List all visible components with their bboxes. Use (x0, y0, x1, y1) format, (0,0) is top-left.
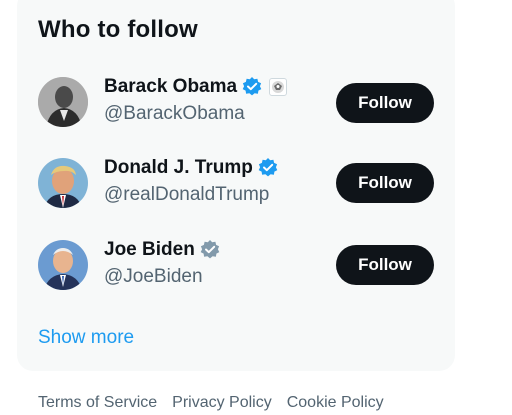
footer-links: Terms of Service Privacy Policy Cookie P… (38, 394, 384, 412)
footer-link-terms[interactable]: Terms of Service (38, 394, 157, 412)
account-name[interactable]: Joe Biden (104, 239, 195, 261)
list-item[interactable]: Donald J. Trump @realDonaldTrump Follow (38, 157, 438, 210)
avatar[interactable] (38, 240, 88, 290)
verified-badge-icon (199, 239, 221, 261)
show-more-link[interactable]: Show more (38, 327, 134, 349)
footer-link-privacy[interactable]: Privacy Policy (172, 394, 272, 412)
account-handle: @JoeBiden (104, 266, 203, 287)
follow-button[interactable]: Follow (336, 83, 434, 123)
list-item[interactable]: Barack Obama @BarackObama Follow (38, 76, 438, 129)
footer-link-cookie[interactable]: Cookie Policy (287, 394, 384, 412)
government-seal-icon (269, 78, 288, 96)
verified-badge-icon (257, 157, 279, 179)
account-name[interactable]: Donald J. Trump (104, 157, 253, 179)
avatar[interactable] (38, 77, 88, 127)
verified-badge-icon (241, 76, 263, 98)
avatar[interactable] (38, 158, 88, 208)
account-name[interactable]: Barack Obama (104, 76, 237, 98)
list-item[interactable]: Joe Biden @JoeBiden Follow (38, 239, 438, 292)
panel-title: Who to follow (38, 16, 198, 43)
follow-button[interactable]: Follow (336, 245, 434, 285)
account-handle: @realDonaldTrump (104, 184, 270, 205)
follow-button[interactable]: Follow (336, 163, 434, 203)
account-handle: @BarackObama (104, 103, 245, 124)
